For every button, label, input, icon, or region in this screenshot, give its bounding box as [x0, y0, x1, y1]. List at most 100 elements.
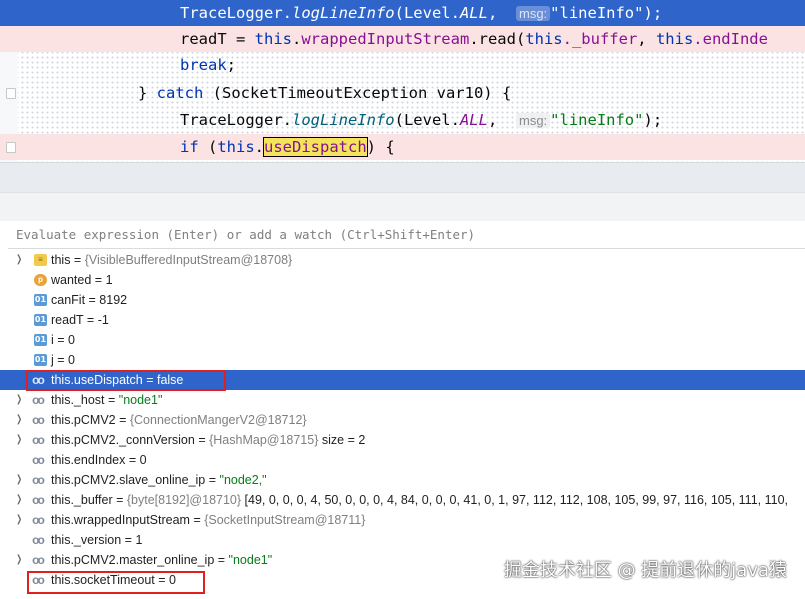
variable-extra: size = 2 [318, 433, 366, 447]
variable-value: 8192 [99, 293, 128, 307]
variable-row[interactable]: 01 i = 0 [0, 330, 805, 350]
variable-row[interactable]: ❯ oo this.pCMV2 = {ConnectionMangerV2@1871… [0, 410, 805, 430]
variable-row[interactable]: 01 j = 0 [0, 350, 805, 370]
code-text: readT = this.wrappedInputStream.read(thi… [180, 30, 768, 48]
expand-arrow-icon[interactable]: ❯ [16, 250, 22, 270]
equals-sign: = [112, 493, 127, 507]
variable-value: 0 [139, 453, 147, 467]
code-line[interactable]: break; [0, 52, 805, 78]
equals-sign: = [189, 513, 205, 527]
variable-text: this._version = 1 [51, 530, 142, 550]
variable-row[interactable]: 01 readT = -1 [0, 310, 805, 330]
variable-row[interactable]: ❯ oo this._buffer = {byte[8192]@18710} [49… [0, 490, 805, 510]
variable-row[interactable]: ❯ ≡ this = {VisibleBufferedInputStream@187… [0, 250, 805, 270]
variable-name: this._host [51, 393, 105, 407]
variable-name: this.pCMV2 [51, 413, 116, 427]
equals-sign: = [214, 553, 229, 567]
variable-text: this.pCMV2 = {ConnectionMangerV2@18712} [51, 410, 307, 430]
equals-sign: = [83, 313, 98, 327]
variable-name: readT [51, 313, 84, 327]
variable-value: -1 [97, 313, 109, 327]
variable-text: this = {VisibleBufferedInputStream@18708… [51, 250, 292, 270]
variable-row[interactable]: oo this._version = 1 [0, 530, 805, 550]
expand-arrow-icon[interactable]: ❯ [16, 550, 22, 570]
field-icon: 01 [34, 354, 47, 366]
code-line-execution-point[interactable]: TraceLogger.logLineInfo(Level.ALL, msg: "… [0, 0, 805, 26]
fold-icon[interactable] [6, 142, 16, 153]
code-text: } catch (SocketTimeoutException var10) { [138, 84, 512, 102]
variable-value: "node1" [228, 553, 273, 567]
variable-text: this._host = "node1" [51, 390, 162, 410]
watch-icon: oo [32, 393, 45, 407]
variable-row[interactable]: ❯ oo this.pCMV2._connVersion = {HashMap@18… [0, 430, 805, 450]
variable-row[interactable]: ❯ oo this.wrappedInputStream = {SocketInpu… [0, 510, 805, 530]
watermark: 掘金技术社区 @ 提前退休的java猿 [503, 560, 787, 581]
parameter-icon: p [34, 274, 47, 286]
expand-arrow-icon[interactable]: ❯ [16, 470, 22, 490]
code-line-breakpoint[interactable]: if (this.useDispatch) { [0, 134, 805, 160]
list-icon: ≡ [34, 254, 47, 266]
code-text: TraceLogger.logLineInfo(Level.ALL, msg: "… [180, 111, 663, 129]
variable-text: this.wrappedInputStream = {SocketInputSt… [51, 510, 365, 530]
variable-name: this.wrappedInputStream [51, 513, 190, 527]
variable-name: this._buffer [51, 493, 113, 507]
variable-name: canFit [51, 293, 86, 307]
code-text: break; [180, 56, 237, 74]
variable-name: this.pCMV2.master_online_ip [51, 553, 215, 567]
watch-icon: oo [32, 413, 45, 427]
debugger-header [0, 192, 805, 221]
code-text: if (this.useDispatch) { [180, 137, 395, 157]
debugger-toolbar [0, 162, 805, 193]
code-line-breakpoint[interactable]: readT = this.wrappedInputStream.read(thi… [0, 26, 805, 52]
equals-sign: = [53, 333, 69, 347]
equals-sign: = [194, 433, 210, 447]
code-line[interactable]: } catch (SocketTimeoutException var10) { [0, 80, 805, 106]
watch-icon: oo [32, 453, 45, 467]
equals-sign: = [104, 393, 119, 407]
expand-arrow-icon[interactable]: ❯ [16, 390, 22, 410]
variable-value: {SocketInputStream@18711} [204, 513, 366, 527]
variable-text: this.pCMV2.slave_online_ip = "node2," [51, 470, 267, 490]
variable-name: this._version [51, 533, 122, 547]
watch-icon: oo [32, 533, 45, 547]
parameter-hint: msg: [515, 113, 551, 128]
variable-row[interactable]: ❯ oo this.pCMV2.slave_online_ip = "node2," [0, 470, 805, 490]
variable-value: {VisibleBufferedInputStream@18708} [84, 253, 293, 267]
variable-text: this.endIndex = 0 [51, 450, 147, 470]
equals-sign: = [115, 413, 130, 427]
variable-value: {ConnectionMangerV2@18712} [129, 413, 307, 427]
evaluate-expression-input[interactable] [8, 222, 805, 246]
field-icon: 01 [34, 314, 47, 326]
variable-name: this.pCMV2.slave_online_ip [51, 473, 206, 487]
equals-sign: = [91, 273, 106, 287]
variable-name: this [51, 253, 71, 267]
variable-value: 0 [68, 333, 75, 347]
variable-text: i = 0 [51, 330, 75, 350]
parameter-hint: msg: [515, 6, 551, 21]
equals-sign: = [85, 293, 100, 307]
watch-icon: oo [32, 493, 45, 507]
code-text: TraceLogger.logLineInfo(Level.ALL, msg: "… [180, 4, 663, 22]
variable-row[interactable]: ❯ oo this._host = "node1" [0, 390, 805, 410]
fold-icon[interactable] [6, 88, 16, 99]
watch-icon: oo [32, 553, 45, 567]
expand-arrow-icon[interactable]: ❯ [16, 490, 22, 510]
variable-row[interactable]: oo this.endIndex = 0 [0, 450, 805, 470]
code-editor[interactable]: TraceLogger.logLineInfo(Level.ALL, msg: "… [0, 0, 805, 162]
variable-row[interactable]: p wanted = 1 [0, 270, 805, 290]
variable-row[interactable]: 01 canFit = 8192 [0, 290, 805, 310]
highlighted-identifier[interactable]: useDispatch [263, 137, 368, 157]
variable-value: 1 [105, 273, 113, 287]
watch-icon: oo [32, 473, 45, 487]
equals-sign: = [53, 353, 69, 367]
equals-sign: = [70, 253, 85, 267]
variable-text: this.pCMV2.master_online_ip = "node1" [51, 550, 272, 570]
equals-sign: = [205, 473, 220, 487]
field-icon: 01 [34, 294, 47, 306]
annotation-box [26, 370, 226, 391]
code-line[interactable]: TraceLogger.logLineInfo(Level.ALL, msg: "… [0, 107, 805, 133]
expand-arrow-icon[interactable]: ❯ [16, 410, 22, 430]
expand-arrow-icon[interactable]: ❯ [16, 430, 22, 450]
expand-arrow-icon[interactable]: ❯ [16, 510, 22, 530]
equals-sign: = [121, 533, 136, 547]
